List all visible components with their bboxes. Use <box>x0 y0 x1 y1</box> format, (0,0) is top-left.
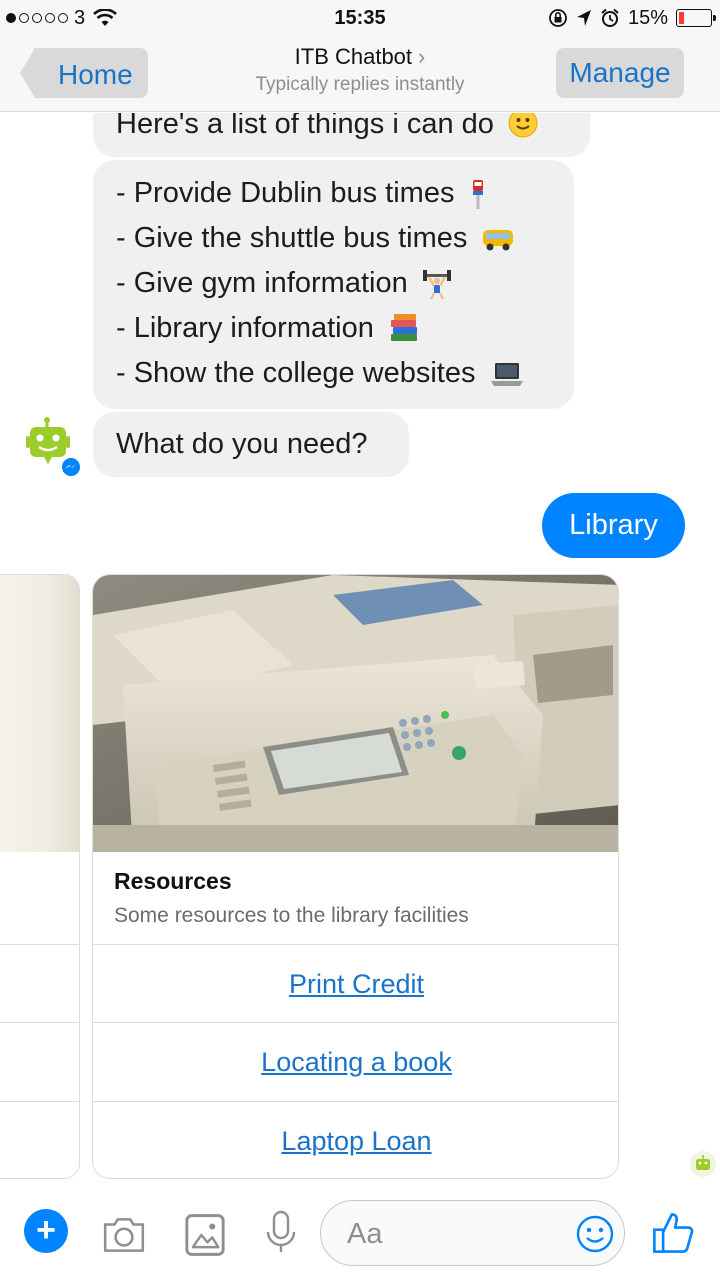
battery-percent: 15% <box>627 6 668 29</box>
read-receipt-avatar <box>690 1151 716 1177</box>
card-image-previous <box>0 575 79 852</box>
smiley-emoji-icon <box>508 113 538 138</box>
message-input-placeholder: Aa <box>347 1218 383 1250</box>
user-message: Library <box>542 493 685 558</box>
home-back-button[interactable]: Home <box>20 48 148 98</box>
card-subtitle: Some resources to the library facilities <box>114 904 469 927</box>
battery-icon <box>676 9 716 27</box>
location-arrow-icon <box>576 10 591 26</box>
microphone-icon[interactable] <box>258 1210 304 1256</box>
capability-item: - Show the college websites <box>116 354 574 399</box>
message-composer: + Aa <box>0 1190 720 1280</box>
chat-title[interactable]: ITB Chatbot › <box>160 44 560 70</box>
messenger-badge-icon <box>60 456 82 478</box>
weightlifter-emoji-icon <box>422 270 451 300</box>
bot-message-intro: Here's a list of things i can do <box>93 113 590 157</box>
emoji-icon[interactable] <box>576 1215 614 1253</box>
bot-message-intro-text: Here's a list of things i can do <box>116 113 494 140</box>
bus-stop-emoji-icon <box>472 180 483 210</box>
home-back-label: Home <box>58 59 133 90</box>
card-title: Resources <box>114 868 232 894</box>
photocopier-image <box>93 575 618 852</box>
gallery-icon[interactable] <box>182 1212 228 1258</box>
capability-item: - Provide Dublin bus times <box>116 174 574 219</box>
capability-item: - Give the shuttle bus times <box>116 219 574 264</box>
carousel-card-resources[interactable]: Resources Some resources to the library … <box>92 574 619 1179</box>
bot-message-question: What do you need? <box>93 412 409 477</box>
rotation-lock-icon <box>549 9 567 27</box>
message-input[interactable]: Aa <box>320 1200 625 1266</box>
camera-icon[interactable] <box>101 1212 147 1258</box>
chat-subtitle: Typically replies instantly <box>255 74 465 95</box>
thumbs-up-icon[interactable] <box>650 1210 696 1256</box>
chat-title-text: ITB Chatbot <box>294 44 413 69</box>
laptop-emoji-icon <box>490 363 523 387</box>
bus-emoji-icon <box>483 230 514 251</box>
locating-a-book-button[interactable]: Locating a book <box>93 1022 618 1100</box>
bot-message-capabilities: - Provide Dublin bus times - Give the sh… <box>93 160 574 409</box>
laptop-loan-button[interactable]: Laptop Loan <box>93 1101 618 1178</box>
plus-icon[interactable]: + <box>24 1209 68 1253</box>
capability-item: - Library information <box>116 309 574 354</box>
print-credit-button[interactable]: Print Credit <box>93 944 618 1022</box>
manage-button[interactable]: Manage <box>556 48 684 98</box>
books-emoji-icon <box>390 314 417 342</box>
chat-thread[interactable]: Here's a list of things i can do - Provi… <box>0 113 720 1190</box>
status-right: 15% <box>548 6 716 30</box>
chevron-right-icon: › <box>418 44 426 69</box>
alarm-icon <box>601 8 619 27</box>
status-bar: 3 15:35 15% <box>0 0 720 36</box>
navigation-bar: Home ITB Chatbot › Typically replies inst… <box>0 36 720 112</box>
capability-item: - Give gym information <box>116 264 574 309</box>
carousel-card-previous[interactable] <box>0 574 80 1179</box>
